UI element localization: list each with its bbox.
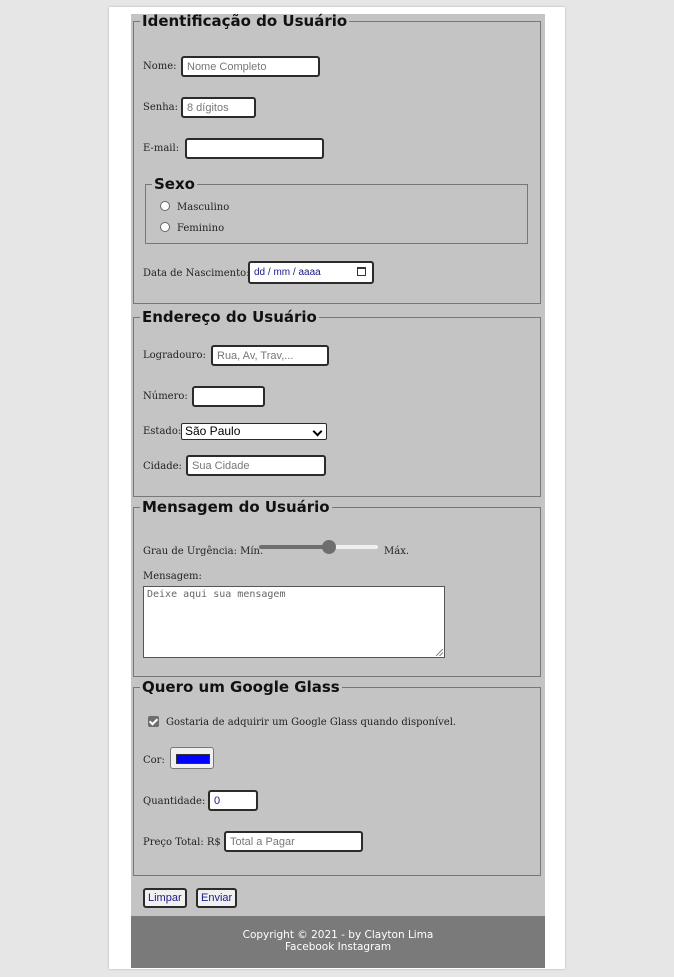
- numero-input[interactable]: [192, 386, 265, 407]
- calendar-icon[interactable]: [357, 267, 366, 276]
- social-links[interactable]: Facebook Instagram: [131, 941, 545, 953]
- email-input[interactable]: [185, 138, 324, 159]
- cidade-label: Cidade:: [143, 461, 182, 472]
- legend-glass: Quero um Google Glass: [142, 678, 340, 696]
- radio-feminino[interactable]: [160, 222, 170, 232]
- preco-input[interactable]: Total a Pagar: [224, 831, 363, 852]
- copyright-text: Copyright © 2021 - by Clayton Lima: [242, 929, 434, 941]
- mensagem-label: Mensagem:: [143, 571, 202, 582]
- estado-selected-value: São Paulo: [185, 424, 241, 438]
- senha-input[interactable]: 8 dígitos: [181, 97, 256, 118]
- enviar-button[interactable]: Enviar: [196, 888, 238, 908]
- quantidade-input[interactable]: 0: [208, 790, 258, 811]
- page-container: Identificação do Usuário Nome: Nome Comp…: [109, 7, 565, 969]
- urgencia-label: Grau de Urgência: Mín.: [143, 546, 264, 557]
- nome-input[interactable]: Nome Completo: [181, 56, 320, 77]
- nascimento-input[interactable]: dd / mm / aaaa: [248, 261, 374, 284]
- glass-checkbox-label: Gostaria de adquirir um Google Glass qua…: [166, 717, 457, 728]
- nascimento-label: Data de Nascimento:: [143, 268, 250, 279]
- logradouro-label: Logradouro:: [143, 350, 206, 361]
- estado-label: Estado:: [143, 426, 182, 437]
- slider-fill: [259, 545, 329, 549]
- email-label: E-mail:: [143, 143, 180, 154]
- chevron-down-icon: [312, 426, 323, 437]
- mensagem-placeholder: Deixe aqui sua mensagem: [147, 589, 286, 600]
- glass-checkbox[interactable]: [148, 716, 159, 727]
- senha-label: Senha:: [143, 102, 178, 113]
- urgencia-max-label: Máx.: [384, 546, 410, 557]
- limpar-button[interactable]: Limpar: [143, 888, 187, 908]
- preco-label: Preço Total: R$: [143, 837, 221, 848]
- nascimento-placeholder: dd / mm / aaaa: [254, 267, 321, 278]
- slider-thumb[interactable]: [322, 540, 336, 554]
- checkmark-icon: [148, 716, 159, 726]
- logradouro-input[interactable]: Rua, Av, Trav,...: [211, 345, 329, 366]
- estado-select[interactable]: São Paulo: [181, 423, 327, 440]
- numero-label: Número:: [143, 391, 188, 402]
- radio-masculino[interactable]: [160, 201, 170, 211]
- cor-swatch: [176, 754, 210, 764]
- quantidade-label: Quantidade:: [143, 796, 206, 807]
- cor-picker[interactable]: [170, 747, 214, 769]
- mensagem-textarea[interactable]: Deixe aqui sua mensagem: [143, 586, 445, 658]
- legend-mensagem: Mensagem do Usuário: [142, 498, 330, 516]
- radio-masculino-label: Masculino: [177, 202, 230, 213]
- legend-sexo: Sexo: [154, 175, 195, 193]
- resize-handle-icon[interactable]: [436, 649, 443, 656]
- cadastro-form: Identificação do Usuário Nome: Nome Comp…: [131, 12, 545, 968]
- cor-label: Cor:: [143, 755, 165, 766]
- cidade-input[interactable]: Sua Cidade: [186, 455, 326, 476]
- nome-label: Nome:: [143, 61, 177, 72]
- radio-feminino-label: Feminino: [177, 223, 225, 234]
- legend-endereco: Endereço do Usuário: [142, 308, 317, 326]
- page-footer: Copyright © 2021 - by Clayton Lima Faceb…: [131, 916, 545, 968]
- urgencia-slider[interactable]: [259, 540, 378, 554]
- legend-identificacao: Identificação do Usuário: [142, 12, 348, 30]
